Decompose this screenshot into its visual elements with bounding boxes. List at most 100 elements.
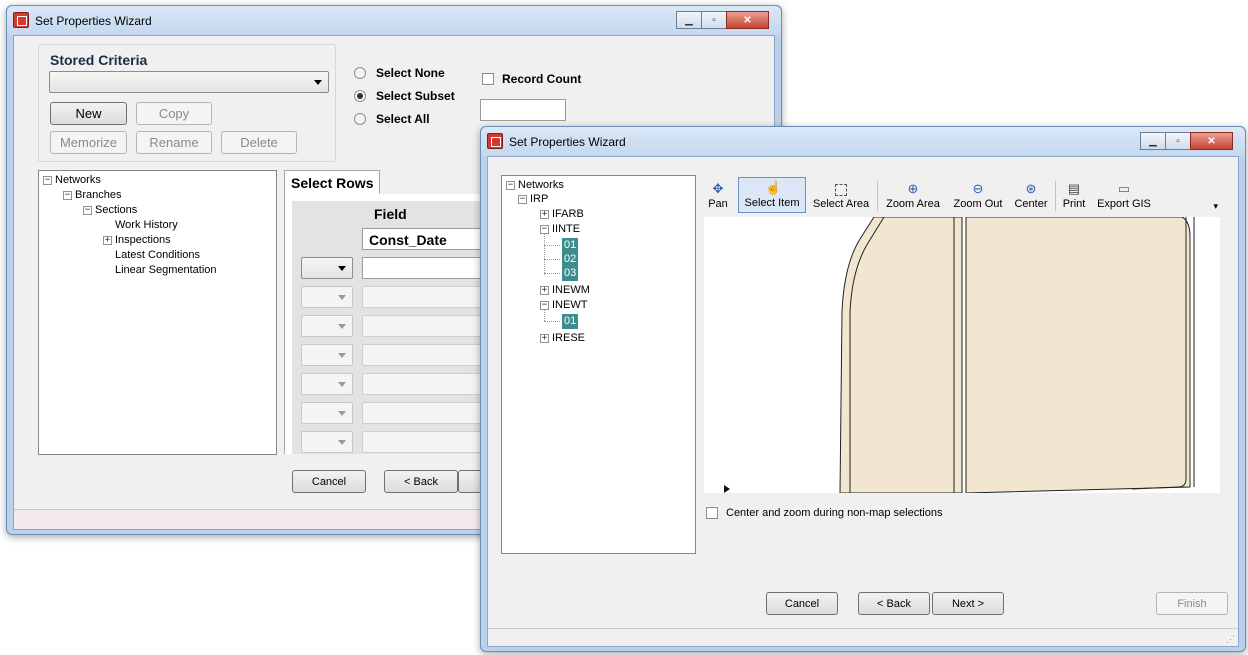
memorize-button[interactable]: Memorize: [50, 131, 127, 154]
cancel-button[interactable]: Cancel: [766, 592, 838, 615]
collapse-icon[interactable]: −: [518, 195, 527, 204]
select-rows-tab[interactable]: Select Rows: [284, 170, 380, 194]
checkbox-box: [482, 73, 494, 85]
close-button[interactable]: ✕: [1190, 132, 1233, 150]
tree-node-inewm[interactable]: + INEWM: [540, 283, 590, 298]
tree-node-networks[interactable]: − Networks: [506, 178, 564, 193]
close-button[interactable]: ✕: [726, 11, 769, 29]
front-client-area: − Networks − IRP + IFARB − IINTE 01 02 03 + I…: [487, 156, 1239, 647]
tree-node-linear-segmentation[interactable]: Linear Segmentation: [115, 263, 217, 278]
record-count-checkbox[interactable]: Record Count: [482, 72, 581, 86]
tree-node-inewt-01[interactable]: 01: [562, 314, 579, 329]
tree-connector: [544, 245, 560, 246]
tree-node-inspections[interactable]: + Inspections: [103, 233, 171, 248]
collapse-icon[interactable]: −: [506, 181, 515, 190]
select-all-radio[interactable]: Select All: [354, 112, 430, 126]
new-button[interactable]: New: [50, 102, 127, 125]
field-header: Field: [374, 206, 407, 222]
select-item-button[interactable]: ☝ Select Item: [738, 177, 806, 213]
row-value-field[interactable]: [362, 257, 494, 279]
print-button[interactable]: ▤ Print: [1059, 177, 1089, 213]
export-gis-button[interactable]: ▭ Export GIS: [1092, 177, 1156, 213]
record-count-label: Record Count: [502, 72, 582, 86]
pan-button[interactable]: ✥ Pan: [704, 177, 732, 213]
map-parcel-road: [839, 217, 963, 493]
collapse-icon[interactable]: −: [43, 176, 52, 185]
center-zoom-label: Center and zoom during non-map selection…: [726, 507, 943, 519]
expand-icon[interactable]: +: [540, 210, 549, 219]
row-value-field[interactable]: [362, 431, 494, 453]
tree-node-iinte-01[interactable]: 01: [562, 238, 579, 253]
tree-node-latest-conditions[interactable]: Latest Conditions: [115, 248, 200, 263]
collapse-icon[interactable]: −: [63, 191, 72, 200]
expand-icon[interactable]: +: [103, 236, 112, 245]
copy-button[interactable]: Copy: [136, 102, 212, 125]
field-value-cell[interactable]: Const_Date: [362, 228, 494, 250]
back-cancel-button[interactable]: Cancel: [292, 470, 366, 493]
tree-node-iinte-03[interactable]: 03: [562, 266, 579, 281]
row-operator-dropdown[interactable]: [301, 286, 353, 308]
back-back-button[interactable]: < Back: [384, 470, 458, 493]
tree-node-networks[interactable]: − Networks: [43, 173, 101, 188]
zoom-out-icon: ⊖: [972, 181, 984, 196]
row-value-field[interactable]: [362, 373, 494, 395]
row-value-field[interactable]: [362, 286, 494, 308]
zoom-area-button[interactable]: ⊕ Zoom Area: [881, 177, 945, 213]
tree-connector: [544, 273, 560, 274]
row-operator-dropdown[interactable]: [301, 257, 353, 279]
row-value-field[interactable]: [362, 344, 494, 366]
tree-node-branches[interactable]: − Branches: [63, 188, 121, 203]
front-tree-panel: [501, 175, 696, 554]
tree-node-ifarb[interactable]: + IFARB: [540, 207, 584, 222]
minimize-button[interactable]: ▁: [1140, 132, 1166, 150]
rename-button[interactable]: Rename: [136, 131, 212, 154]
row-operator-dropdown[interactable]: [301, 431, 353, 453]
tree-node-work-history[interactable]: Work History: [115, 218, 178, 233]
center-button[interactable]: ⊛ Center: [1010, 177, 1052, 213]
select-area-button[interactable]: Select Area: [808, 177, 874, 213]
expand-icon[interactable]: +: [540, 334, 549, 343]
maximize-button[interactable]: ▫: [701, 11, 727, 29]
center-zoom-checkbox[interactable]: Center and zoom during non-map selection…: [706, 507, 942, 519]
back-button[interactable]: < Back: [858, 592, 930, 615]
row-value-field[interactable]: [362, 315, 494, 337]
radio-label: Select All: [376, 112, 430, 126]
app-icon: [487, 133, 503, 149]
tree-node-sections[interactable]: − Sections: [83, 203, 137, 218]
tree-node-irp[interactable]: − IRP: [518, 192, 548, 207]
select-subset-radio[interactable]: Select Subset: [354, 89, 455, 103]
row-operator-dropdown[interactable]: [301, 373, 353, 395]
resize-grip-icon[interactable]: ⋰: [1226, 634, 1235, 645]
row-operator-dropdown[interactable]: [301, 315, 353, 337]
select-none-radio[interactable]: Select None: [354, 66, 445, 80]
next-button[interactable]: Next >: [932, 592, 1004, 615]
front-wizard-window: Set Properties Wizard ▁ ▫ ✕ − Networks − I…: [480, 126, 1246, 652]
minimize-button[interactable]: ▁: [676, 11, 702, 29]
maximize-button[interactable]: ▫: [1165, 132, 1191, 150]
front-status-bar: ⋰: [488, 628, 1238, 646]
pan-icon: ✥: [712, 181, 724, 196]
record-count-field: [480, 99, 566, 121]
window-title: Set Properties Wizard: [35, 14, 152, 28]
expand-icon[interactable]: +: [540, 286, 549, 295]
stored-criteria-dropdown[interactable]: [49, 71, 329, 93]
zoom-in-icon: ⊕: [907, 181, 919, 196]
radio-label: Select Subset: [376, 89, 455, 103]
toolbar-separator: [877, 181, 878, 211]
stored-criteria-label: Stored Criteria: [50, 52, 148, 68]
tree-node-irese[interactable]: + IRESE: [540, 331, 585, 346]
row-operator-dropdown[interactable]: [301, 344, 353, 366]
printer-icon: ▤: [1067, 181, 1081, 196]
map-parcel-right: [965, 217, 1191, 493]
toolbar-overflow-icon[interactable]: ▾: [1213, 201, 1218, 212]
map-view[interactable]: [704, 217, 1220, 493]
finish-button[interactable]: Finish: [1156, 592, 1228, 615]
tree-node-inewt[interactable]: − INEWT: [540, 298, 587, 313]
tree-node-iinte-02[interactable]: 02: [562, 252, 579, 267]
tree-node-iinte[interactable]: − IINTE: [540, 222, 580, 237]
delete-button[interactable]: Delete: [221, 131, 297, 154]
collapse-icon[interactable]: −: [83, 206, 92, 215]
zoom-out-button[interactable]: ⊖ Zoom Out: [949, 177, 1007, 213]
row-operator-dropdown[interactable]: [301, 402, 353, 424]
row-value-field[interactable]: [362, 402, 494, 424]
